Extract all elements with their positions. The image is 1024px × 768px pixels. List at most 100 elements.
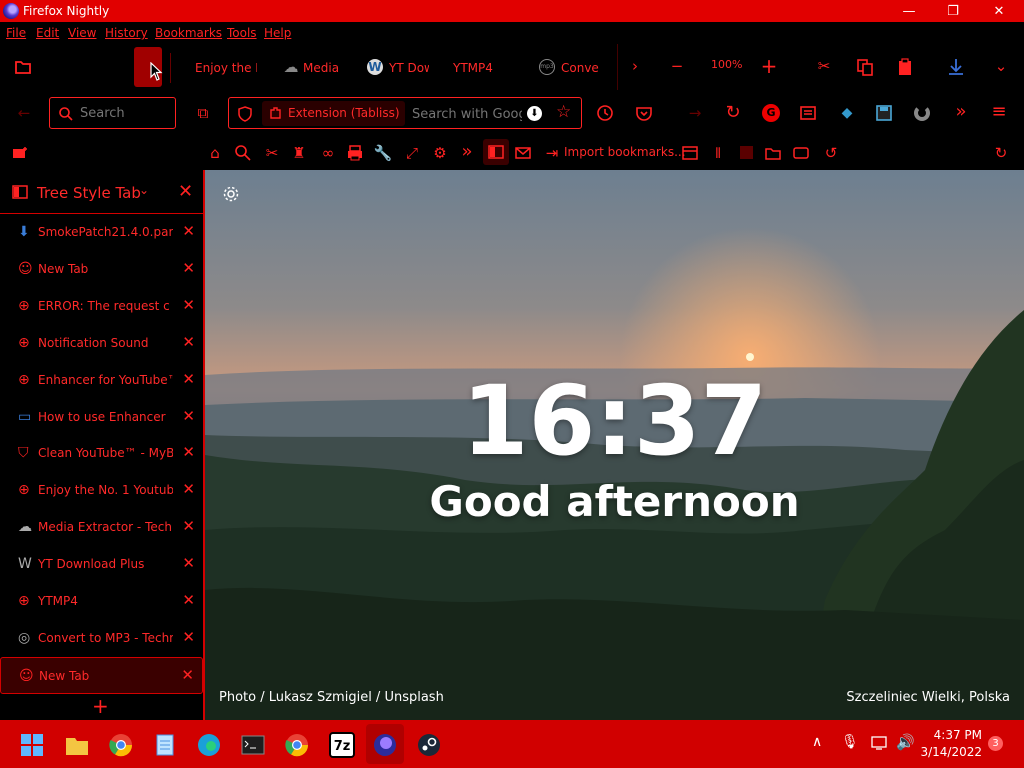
sidebar-tab-item[interactable]: ⊕ ERROR: The request c ✕ xyxy=(0,288,203,325)
find-icon[interactable] xyxy=(233,143,253,163)
close-tab-button[interactable]: ✕ xyxy=(182,407,195,425)
scroll-tabs-right-icon[interactable]: › xyxy=(624,56,646,76)
sidebar-tab-item[interactable]: ⊕ Enhancer for YouTube™ ✕ xyxy=(0,362,203,399)
new-tab-button[interactable]: + xyxy=(92,694,109,718)
tab-ytmp4[interactable]: YTMP4 xyxy=(453,61,503,75)
sidebar-tab-item[interactable]: ⊕ YTMP4 ✕ xyxy=(0,583,203,620)
chrome-icon-2[interactable] xyxy=(284,732,310,758)
screenshot-icon[interactable]: ✂ xyxy=(261,143,283,163)
close-tab-button[interactable]: ✕ xyxy=(182,259,195,277)
paste-icon[interactable] xyxy=(894,56,916,78)
photo-credit[interactable]: Photo / Lukasz Szmigiel / Unsplash xyxy=(219,690,444,705)
overflow-menu-icon[interactable]: » xyxy=(950,102,972,122)
folder-icon[interactable] xyxy=(12,56,34,78)
library-icon[interactable]: 𝍪 xyxy=(707,143,729,163)
tracking-shield-icon[interactable] xyxy=(237,106,253,122)
chrome-icon[interactable] xyxy=(108,732,134,758)
zoom-level[interactable]: 100% xyxy=(711,58,742,71)
taskbar-date[interactable]: 3/14/2022 xyxy=(920,745,982,759)
home-icon[interactable]: ⌂ xyxy=(204,143,226,163)
fullscreen-icon[interactable]: ⤢ xyxy=(401,143,423,163)
sidebar-tab-item[interactable]: ☺ New Tab ✕ xyxy=(0,251,203,288)
wrench-icon[interactable]: 🔧 xyxy=(372,143,394,163)
more-tools-icon[interactable]: » xyxy=(456,142,478,162)
sidebar-tab-item[interactable]: ◎ Convert to MP3 - Technol ✕ xyxy=(0,620,203,657)
tab-icon[interactable] xyxy=(680,143,700,163)
photo-location[interactable]: Szczeliniec Wielki, Polska xyxy=(846,690,1010,705)
chevron-up-icon[interactable]: ∧ xyxy=(812,734,822,750)
window-icon[interactable] xyxy=(791,143,811,163)
minimize-button[interactable]: — xyxy=(886,0,932,22)
url-bar[interactable]: Extension (Tabliss) ⬇ ☆ xyxy=(228,97,582,129)
sidebar-toggle-button[interactable] xyxy=(483,139,509,165)
menu-help[interactable]: Help xyxy=(264,26,291,40)
steam-icon[interactable] xyxy=(416,732,442,758)
extension-puzzle-icon[interactable]: ⧉ xyxy=(192,103,214,123)
volume-icon[interactable]: 🔊 xyxy=(896,733,915,751)
private-mask-icon[interactable]: ∞ xyxy=(317,143,339,163)
container-icon[interactable] xyxy=(740,146,753,159)
close-tab-button[interactable]: ✕ xyxy=(182,370,195,388)
settings-gear-icon[interactable] xyxy=(222,185,240,203)
import-bookmarks-link[interactable]: Import bookmarks... xyxy=(564,145,686,159)
tab-convert[interactable]: Conve xyxy=(561,61,603,75)
hamburger-menu-icon[interactable]: ≡ xyxy=(988,102,1010,122)
close-sidebar-button[interactable]: ✕ xyxy=(178,181,193,202)
close-tab-button[interactable]: ✕ xyxy=(182,222,195,240)
close-tab-button[interactable]: ✕ xyxy=(182,443,195,461)
menu-file[interactable]: File xyxy=(6,26,26,40)
downloads-icon[interactable] xyxy=(945,56,967,78)
save-icon[interactable] xyxy=(874,103,894,123)
menu-view[interactable]: View xyxy=(68,26,96,40)
microphone-icon[interactable]: 🎙 xyxy=(841,734,859,750)
folder-plus-icon[interactable] xyxy=(763,143,783,163)
7zip-icon[interactable]: 7z xyxy=(329,732,355,758)
sidebar-tab-item[interactable]: ⛉ Clean YouTube™ - MyBro ✕ xyxy=(0,435,203,472)
close-tab-button[interactable]: ✕ xyxy=(182,591,195,609)
tab-media[interactable]: Media E xyxy=(303,61,343,75)
taskbar-time[interactable]: 4:37 PM xyxy=(928,728,982,742)
sidebar-tab-item[interactable]: W YT Download Plus ✕ xyxy=(0,546,203,583)
reader-icon[interactable] xyxy=(798,103,818,123)
search-box[interactable] xyxy=(49,97,176,129)
forward-button[interactable]: → xyxy=(684,103,706,123)
notepad-icon[interactable] xyxy=(152,732,178,758)
extension-g-icon[interactable]: G xyxy=(762,104,780,122)
restore-session-icon[interactable]: ↺ xyxy=(820,143,842,163)
file-explorer-icon[interactable] xyxy=(64,732,90,758)
settings-gear-icon[interactable]: ⚙ xyxy=(429,143,451,163)
close-tab-button[interactable]: ✕ xyxy=(182,480,195,498)
menu-edit[interactable]: Edit xyxy=(36,26,59,40)
close-tab-button[interactable]: ✕ xyxy=(182,517,195,535)
tab-yt-download[interactable]: YT Dow xyxy=(389,61,429,75)
sidebar-title[interactable]: Tree Style Tab xyxy=(37,184,141,202)
developer-icon[interactable]: ♜ xyxy=(288,143,310,163)
sidebar-tab-item[interactable]: ☁ Media Extractor - Technol ✕ xyxy=(0,509,203,546)
sidebar-tab-item[interactable]: ☺ New Tab ✕ xyxy=(0,656,203,694)
new-window-icon[interactable] xyxy=(10,143,30,163)
gem-icon[interactable]: ◆ xyxy=(836,103,858,123)
terminal-icon[interactable] xyxy=(240,732,266,758)
reload-button[interactable]: ↻ xyxy=(722,103,744,123)
close-tab-button[interactable]: ✕ xyxy=(182,554,195,572)
menu-bookmarks[interactable]: Bookmarks xyxy=(155,26,222,40)
sync-icon[interactable]: ↻ xyxy=(990,143,1012,163)
close-tab-button[interactable]: ✕ xyxy=(182,333,195,351)
close-tab-button[interactable]: ✕ xyxy=(181,666,194,684)
pocket-icon[interactable] xyxy=(634,103,654,123)
chevron-down-icon[interactable]: ⌄ xyxy=(139,183,149,197)
print-icon[interactable] xyxy=(345,143,365,163)
maximize-button[interactable]: ❐ xyxy=(930,0,976,22)
search-input[interactable] xyxy=(80,104,170,122)
history-clock-icon[interactable] xyxy=(595,103,615,123)
list-all-tabs-icon[interactable]: ⌄ xyxy=(990,56,1012,76)
zoom-in-button[interactable]: + xyxy=(758,56,780,76)
cut-icon[interactable]: ✂ xyxy=(813,56,835,76)
network-icon[interactable] xyxy=(870,735,888,751)
sidebar-tab-item[interactable]: ⊕ Enjoy the No. 1 Youtube ✕ xyxy=(0,472,203,509)
close-window-button[interactable]: ✕ xyxy=(976,0,1022,22)
copy-icon[interactable] xyxy=(854,56,876,78)
windows-start-icon[interactable] xyxy=(19,732,45,758)
firefox-nightly-taskbar-icon[interactable] xyxy=(372,732,398,758)
extension-circle-icon[interactable] xyxy=(914,105,930,121)
